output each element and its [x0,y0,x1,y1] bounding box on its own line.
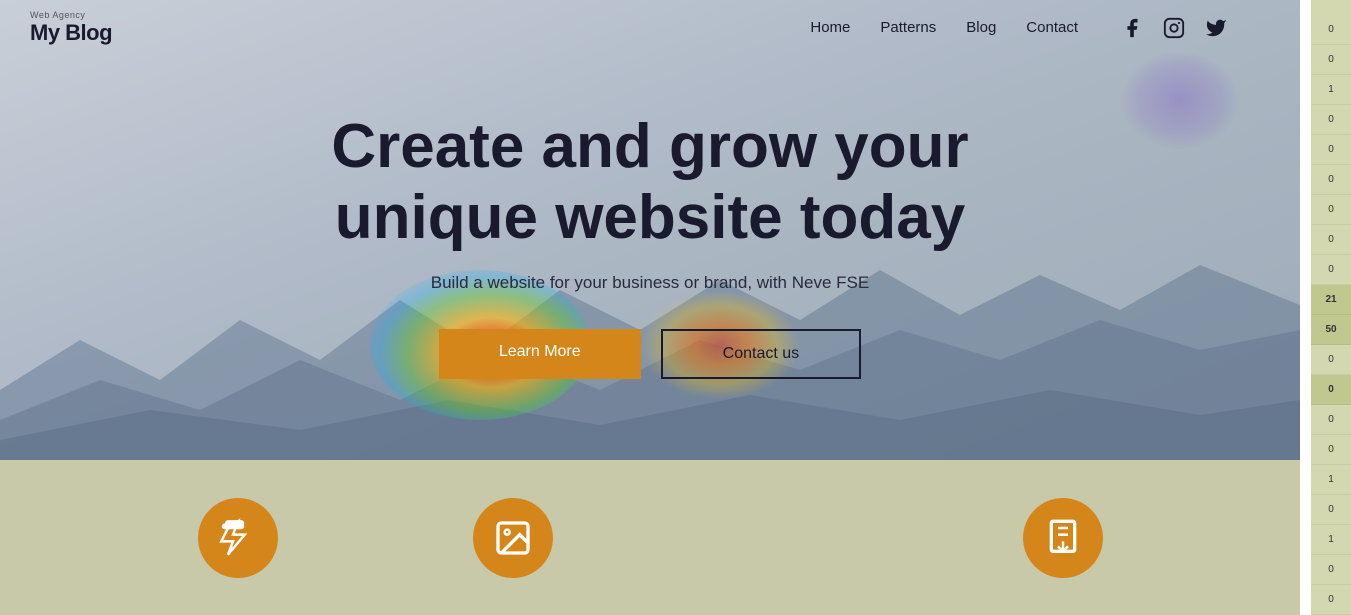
sidebar-num-16: 0 [1311,495,1351,525]
logo-tagline: Web Agency [30,10,85,20]
sidebar-num-5: 0 [1311,165,1351,195]
sidebar-num-3: 0 [1311,105,1351,135]
sidebar-num-4: 0 [1311,135,1351,165]
sidebar-num-1: 0 [1311,45,1351,75]
sidebar-num-2: 1 [1311,75,1351,105]
sidebar-num-9: 21 [1311,285,1351,315]
logo-area: Web Agency My Blog [30,10,112,46]
hero-subtitle: Build a website for your business or bra… [331,273,968,293]
features-section [0,460,1300,615]
facebook-icon[interactable] [1118,14,1146,42]
nav-patterns[interactable]: Patterns [880,19,936,36]
main-nav: Home Patterns Blog Contact [810,14,1230,42]
sidebar-num-17: 1 [1311,525,1351,555]
twitter-icon[interactable] [1202,14,1230,42]
sidebar-num-11: 0 [1311,345,1351,375]
header: Web Agency My Blog Home Patterns Blog Co… [0,0,1260,55]
learn-more-button[interactable]: Learn More [439,329,641,379]
sidebar-num-10: 50 [1311,315,1351,345]
sidebar-num-19: 0 [1311,585,1351,615]
right-sidebar: 0 0 1 0 0 0 0 0 0 21 50 0 0 0 0 1 0 1 0 … [1311,0,1351,615]
sidebar-num-8: 0 [1311,255,1351,285]
social-icons [1118,14,1230,42]
sidebar-num-13: 0 [1311,405,1351,435]
download-icon [1043,518,1083,558]
nav-blog[interactable]: Blog [966,19,996,36]
heatmap-blob-topright [1120,50,1240,150]
nav-contact[interactable]: Contact [1026,19,1078,36]
lightning-bolt-icon [218,518,258,558]
hero-section: Web Agency My Blog Home Patterns Blog Co… [0,0,1300,460]
lightning-icon-circle[interactable] [198,498,278,578]
sidebar-num-7: 0 [1311,225,1351,255]
sidebar-num-12: 0 [1311,375,1351,405]
sidebar-num-18: 0 [1311,555,1351,585]
sidebar-num-6: 0 [1311,195,1351,225]
download-icon-circle[interactable] [1023,498,1103,578]
hero-content: Create and grow your unique website toda… [331,81,968,380]
sidebar-num-15: 1 [1311,465,1351,495]
contact-us-button[interactable]: Contact us [661,329,861,379]
nav-home[interactable]: Home [810,19,850,36]
instagram-icon[interactable] [1160,14,1188,42]
logo-title: My Blog [30,20,112,46]
hero-title: Create and grow your unique website toda… [331,111,968,254]
image-icon-circle[interactable] [473,498,553,578]
hero-buttons: Learn More Contact us [331,329,968,379]
sidebar-num-0: 0 [1311,15,1351,45]
sidebar-num-14: 0 [1311,435,1351,465]
image-icon [493,518,533,558]
